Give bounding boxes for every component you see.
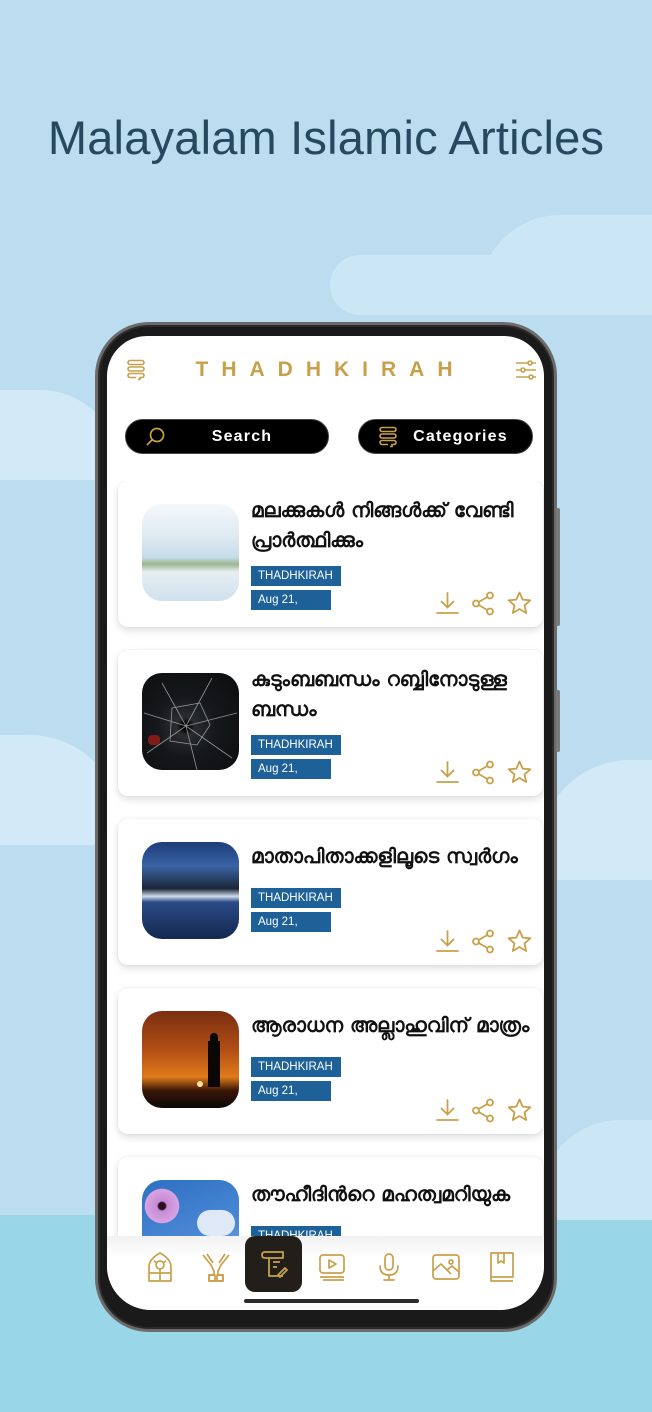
share-icon[interactable]: [470, 590, 497, 617]
nav-articles[interactable]: [245, 1236, 302, 1292]
phone-power-button: [556, 690, 560, 752]
article-title[interactable]: ആരാധന അല്ലാഹുവിന് മാത്രം: [251, 1010, 536, 1040]
download-icon[interactable]: [434, 759, 461, 786]
nav-gallery[interactable]: [417, 1240, 474, 1294]
date-tag: Aug 21, 2021: [251, 912, 331, 948]
category-tag: THADHKIRAH: [251, 1057, 341, 1077]
background-cloud: [330, 255, 652, 315]
article-thumbnail: [142, 1180, 239, 1236]
article-actions: [434, 1097, 533, 1124]
article-card[interactable]: തൗഹീദിൻറെ മഹത്വമറിയുക THADHKIRAH: [118, 1157, 543, 1236]
nav-mosque[interactable]: [131, 1240, 188, 1294]
app-screen: THADHKIRAH Search Categories മലക്കുകൾ നി…: [107, 336, 544, 1310]
categories-label: Categories: [413, 427, 508, 445]
category-tag: THADHKIRAH: [251, 1226, 341, 1236]
download-icon[interactable]: [434, 1097, 461, 1124]
article-card[interactable]: മലക്കുകൾ നിങ്ങൾക്ക് വേണ്ടി പ്രാർത്ഥിക്കു…: [118, 481, 543, 627]
article-thumbnail: [142, 1011, 239, 1108]
filter-sliders-icon[interactable]: [514, 358, 538, 382]
star-icon[interactable]: [506, 928, 533, 955]
video-icon: [318, 1254, 345, 1281]
phone-volume-button: [556, 508, 560, 626]
mosque-icon: [147, 1252, 172, 1282]
article-card[interactable]: ആരാധന അല്ലാഹുവിന് മാത്രം THADHKIRAH Aug …: [118, 988, 543, 1134]
download-icon[interactable]: [434, 928, 461, 955]
nav-audio[interactable]: [360, 1240, 417, 1294]
article-list: മലക്കുകൾ നിങ്ങൾക്ക് വേണ്ടി പ്രാർത്ഥിക്കു…: [107, 481, 544, 1236]
nav-dua[interactable]: [187, 1240, 244, 1294]
categories-button[interactable]: Categories: [358, 419, 533, 454]
article-title[interactable]: മാതാപിതാക്കളിലൂടെ സ്വർഗം: [251, 841, 536, 871]
article-actions: [434, 759, 533, 786]
star-icon[interactable]: [506, 590, 533, 617]
category-tag: THADHKIRAH: [251, 888, 341, 908]
image-gallery-icon: [431, 1254, 460, 1280]
search-label: Search: [211, 427, 273, 445]
article-thumbnail: [142, 504, 239, 601]
nav-videos[interactable]: [303, 1240, 360, 1294]
nav-books[interactable]: [473, 1240, 530, 1294]
star-icon[interactable]: [506, 1097, 533, 1124]
share-icon[interactable]: [470, 759, 497, 786]
book-icon: [489, 1252, 514, 1282]
date-tag: Aug 21, 2021: [251, 759, 331, 795]
article-scroll-icon: [260, 1251, 288, 1278]
home-indicator[interactable]: [244, 1299, 419, 1303]
article-card[interactable]: മാതാപിതാക്കളിലൂടെ സ്വർഗം THADHKIRAH Aug …: [118, 819, 543, 965]
article-title[interactable]: മലക്കുകൾ നിങ്ങൾക്ക് വേണ്ടി പ്രാർത്ഥിക്കു…: [251, 495, 536, 555]
date-tag: Aug 21, 2021: [251, 590, 331, 626]
share-icon[interactable]: [470, 928, 497, 955]
article-title[interactable]: കുടുംബബന്ധം റബ്ബിനോടുള്ള ബന്ധം: [251, 664, 536, 724]
article-title[interactable]: തൗഹീദിൻറെ മഹത്വമറിയുക: [251, 1179, 536, 1209]
promo-headline: Malayalam Islamic Articles: [47, 111, 605, 164]
article-actions: [434, 928, 533, 955]
download-icon[interactable]: [434, 590, 461, 617]
praying-hands-icon: [201, 1253, 230, 1282]
article-card[interactable]: കുടുംബബന്ധം റബ്ബിനോടുള്ള ബന്ധം THADHKIRA…: [118, 650, 543, 796]
microphone-icon: [378, 1253, 399, 1281]
star-icon[interactable]: [506, 759, 533, 786]
article-actions: [434, 590, 533, 617]
category-tag: THADHKIRAH: [251, 566, 341, 586]
search-button[interactable]: Search: [125, 419, 329, 454]
share-icon[interactable]: [470, 1097, 497, 1124]
category-tag: THADHKIRAH: [251, 735, 341, 755]
app-header: THADHKIRAH: [107, 336, 544, 406]
article-thumbnail: [142, 673, 239, 770]
article-thumbnail: [142, 842, 239, 939]
app-brand-title: THADHKIRAH: [195, 358, 466, 381]
date-tag: Aug 21, 2021: [251, 1081, 331, 1117]
